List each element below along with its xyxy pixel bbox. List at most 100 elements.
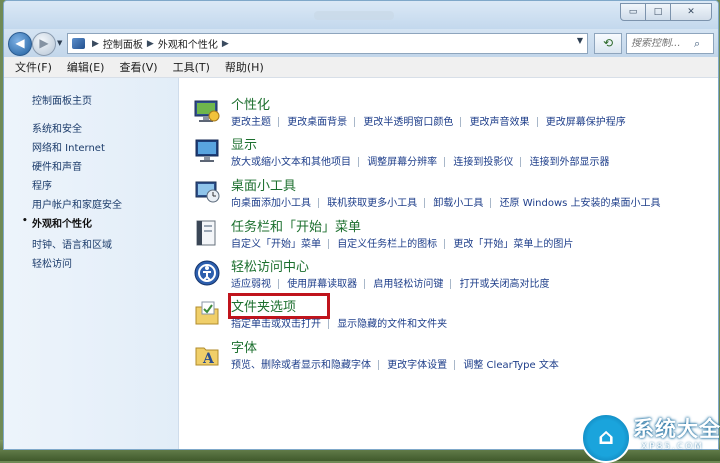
sidebar-item-hardware-sound[interactable]: 硬件和声音 xyxy=(32,158,82,173)
category-links: 更改主题 更改桌面背景 更改半透明窗口颜色 更改声音效果 更改屏幕保护程序 xyxy=(231,113,629,128)
watermark: ⌂ 系统大全 XP85.COM xyxy=(581,410,720,463)
link-projector[interactable]: 连接到投影仪 xyxy=(453,153,516,168)
link-divider xyxy=(328,319,329,329)
link-start-picture[interactable]: 更改「开始」菜单上的图片 xyxy=(453,235,576,250)
chevron-right-icon[interactable]: ▶ xyxy=(147,39,154,49)
recent-pages-dropdown-icon[interactable]: ▼ xyxy=(57,39,62,47)
personalization-icon[interactable] xyxy=(193,97,221,125)
link-divider xyxy=(454,360,456,370)
sidebar: 控制面板主页 系统和安全 网络和 Internet 硬件和声音 程序 用户帐户和… xyxy=(4,78,179,449)
link-screensaver[interactable]: 更改屏幕保护程序 xyxy=(546,113,629,128)
ease-of-access-icon[interactable] xyxy=(193,259,221,287)
link-divider xyxy=(444,157,446,167)
link-change-theme[interactable]: 更改主题 xyxy=(231,113,274,128)
address-bar[interactable]: ▶ 控制面板 ▶ 外观和个性化 ▶ ▼ xyxy=(67,33,588,54)
breadcrumb-control-panel[interactable]: 控制面板 xyxy=(103,36,143,51)
link-divider xyxy=(354,117,356,127)
link-single-double-click[interactable]: 指定单击或双击打开 xyxy=(231,315,324,330)
maximize-button[interactable]: □ xyxy=(645,3,671,21)
folder-options-icon[interactable] xyxy=(193,299,221,327)
link-font-settings[interactable]: 更改字体设置 xyxy=(387,356,450,371)
fonts-icon[interactable]: A xyxy=(193,340,221,368)
category-links: 适应弱视 使用屏幕读取器 启用轻松访问键 打开或关闭高对比度 xyxy=(231,275,553,290)
link-cleartype[interactable]: 调整 ClearType 文本 xyxy=(463,356,561,371)
search-input[interactable] xyxy=(631,38,691,49)
link-resolution[interactable]: 调整屏幕分辨率 xyxy=(367,153,440,168)
link-restore-gadgets[interactable]: 还原 Windows 上安装的桌面小工具 xyxy=(500,194,664,209)
link-divider xyxy=(364,279,366,289)
search-box[interactable]: ⌕ xyxy=(626,33,714,54)
search-icon[interactable]: ⌕ xyxy=(694,37,700,51)
link-high-contrast[interactable]: 打开或关闭高对比度 xyxy=(460,275,553,290)
link-external-display[interactable]: 连接到外部显示器 xyxy=(530,153,613,168)
sidebar-item-programs[interactable]: 程序 xyxy=(32,177,52,192)
chevron-right-icon[interactable]: ▶ xyxy=(92,39,99,49)
control-panel-window: ▭ □ ✕ ◀ ▶ ▼ ▶ 控制面板 ▶ 外观和个性化 ▶ ▼ ⟲ ⌕ 文件(F… xyxy=(3,0,719,450)
category-title[interactable]: 显示 xyxy=(231,134,257,153)
sidebar-item-network[interactable]: 网络和 Internet xyxy=(32,139,105,154)
menu-tools[interactable]: 工具(T) xyxy=(173,59,210,75)
link-window-color[interactable]: 更改半透明窗口颜色 xyxy=(363,113,456,128)
category-title[interactable]: 轻松访问中心 xyxy=(231,256,309,275)
sidebar-item-user-accounts[interactable]: 用户帐户和家庭安全 xyxy=(32,196,122,211)
link-divider xyxy=(450,279,452,289)
link-customize-start[interactable]: 自定义「开始」菜单 xyxy=(231,235,324,250)
link-access-keys[interactable]: 启用轻松访问键 xyxy=(373,275,446,290)
taskbar-icon[interactable] xyxy=(193,219,221,247)
gadgets-icon[interactable] xyxy=(193,178,221,206)
link-more-gadgets[interactable]: 联机获取更多小工具 xyxy=(327,194,420,209)
link-text-size[interactable]: 放大或缩小文本和其他项目 xyxy=(231,153,354,168)
category-links: 自定义「开始」菜单 自定义任务栏上的图标 更改「开始」菜单上的图片 xyxy=(231,235,576,250)
watermark-url: XP85.COM xyxy=(641,442,705,452)
watermark-text: 系统大全 xyxy=(633,417,720,441)
link-add-gadgets[interactable]: 向桌面添加小工具 xyxy=(231,194,314,209)
link-divider xyxy=(460,117,462,127)
category-links: 放大或缩小文本和其他项目 调整屏幕分辨率 连接到投影仪 连接到外部显示器 xyxy=(231,153,613,168)
refresh-button[interactable]: ⟲ xyxy=(594,33,622,54)
category-links: 预览、删除或者显示和隐藏字体 更改字体设置 调整 ClearType 文本 xyxy=(231,356,562,371)
sidebar-item-ease-of-access[interactable]: 轻松访问 xyxy=(32,255,72,270)
blurred-window-title xyxy=(314,11,394,20)
link-sound-effects[interactable]: 更改声音效果 xyxy=(470,113,533,128)
forward-button[interactable]: ▶ xyxy=(32,32,56,56)
link-divider xyxy=(424,198,426,208)
category-links: 向桌面添加小工具 联机获取更多小工具 卸载小工具 还原 Windows 上安装的… xyxy=(231,194,664,209)
link-change-background[interactable]: 更改桌面背景 xyxy=(287,113,350,128)
category-links: 指定单击或双击打开 显示隐藏的文件和文件夹 xyxy=(231,315,450,330)
watermark-logo-icon: ⌂ xyxy=(581,413,631,463)
menu-file[interactable]: 文件(F) xyxy=(15,59,52,75)
display-icon[interactable] xyxy=(193,137,221,165)
link-divider xyxy=(536,117,538,127)
close-button[interactable]: ✕ xyxy=(670,3,712,21)
link-divider xyxy=(278,279,279,289)
breadcrumb-appearance[interactable]: 外观和个性化 xyxy=(158,36,218,51)
link-divider xyxy=(520,157,522,167)
sidebar-item-home[interactable]: 控制面板主页 xyxy=(32,92,92,107)
link-uninstall-gadget[interactable]: 卸载小工具 xyxy=(433,194,486,209)
link-screen-reader[interactable]: 使用屏幕读取器 xyxy=(287,275,360,290)
menu-view[interactable]: 查看(V) xyxy=(119,59,157,75)
category-title[interactable]: 字体 xyxy=(231,337,257,356)
link-divider xyxy=(328,239,329,249)
link-show-hidden-files[interactable]: 显示隐藏的文件和文件夹 xyxy=(337,315,450,330)
menu-bar: 文件(F) 编辑(E) 查看(V) 工具(T) 帮助(H) xyxy=(4,57,718,78)
back-button[interactable]: ◀ xyxy=(8,32,32,56)
category-title[interactable]: 任务栏和「开始」菜单 xyxy=(231,216,361,235)
link-low-vision[interactable]: 适应弱视 xyxy=(231,275,274,290)
link-preview-fonts[interactable]: 预览、删除或者显示和隐藏字体 xyxy=(231,356,374,371)
menu-help[interactable]: 帮助(H) xyxy=(225,59,264,75)
chevron-right-icon[interactable]: ▶ xyxy=(222,39,229,49)
link-taskbar-icons[interactable]: 自定义任务栏上的图标 xyxy=(337,235,440,250)
main-content: 个性化 更改主题 更改桌面背景 更改半透明窗口颜色 更改声音效果 更改屏幕保护程… xyxy=(179,78,718,449)
minimize-button[interactable]: ▭ xyxy=(620,3,646,21)
category-title[interactable]: 文件夹选项 xyxy=(231,296,296,315)
category-title[interactable]: 桌面小工具 xyxy=(231,175,296,194)
address-dropdown-icon[interactable]: ▼ xyxy=(577,36,583,45)
sidebar-item-system-security[interactable]: 系统和安全 xyxy=(32,120,82,135)
link-divider xyxy=(490,198,492,208)
window-controls: ▭ □ ✕ xyxy=(620,3,712,21)
sidebar-item-clock-region[interactable]: 时钟、语言和区域 xyxy=(32,236,112,251)
category-title[interactable]: 个性化 xyxy=(231,94,270,113)
sidebar-item-appearance[interactable]: • 外观和个性化 xyxy=(22,215,92,230)
menu-edit[interactable]: 编辑(E) xyxy=(67,59,105,75)
